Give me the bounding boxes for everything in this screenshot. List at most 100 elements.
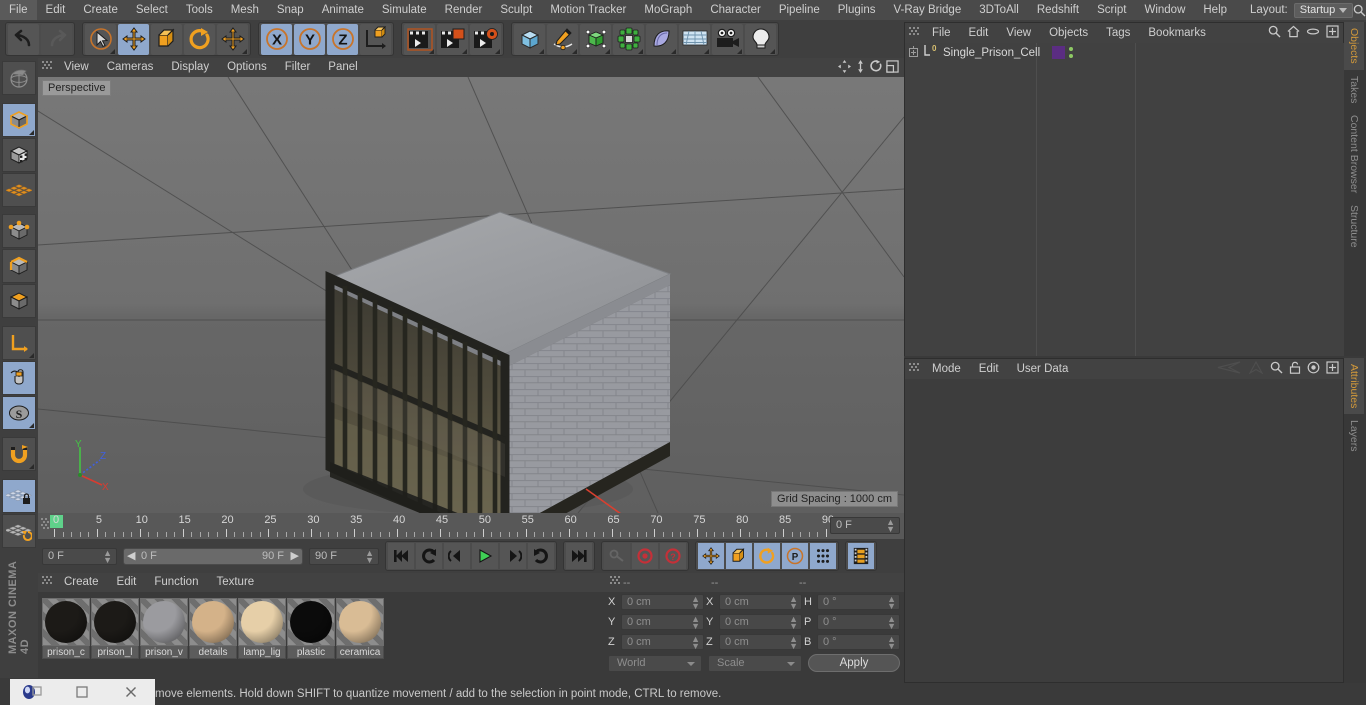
object-menu-objects[interactable]: Objects <box>1040 23 1097 43</box>
material-thumbnail[interactable] <box>91 598 139 646</box>
menu-item-help[interactable]: Help <box>1194 0 1236 20</box>
coord-rotation-p-field[interactable]: 0 ° ▲ ▼ <box>817 614 900 631</box>
target-icon[interactable] <box>1307 361 1320 377</box>
viewport-menu-options[interactable]: Options <box>218 58 276 77</box>
scale-tool[interactable] <box>151 23 182 55</box>
viewport-menu-display[interactable]: Display <box>162 58 218 77</box>
lock-z-axis[interactable]: Z <box>327 23 358 55</box>
search-icon[interactable] <box>1268 25 1281 41</box>
magnet-tool-button[interactable] <box>2 437 36 472</box>
enable-snapping-button[interactable] <box>2 360 36 395</box>
autokeying-button[interactable] <box>604 543 630 569</box>
plus-box-icon[interactable] <box>1326 361 1339 377</box>
play-forward-loop-button[interactable] <box>528 543 554 569</box>
rotate-tool[interactable] <box>184 23 215 55</box>
current-frame-field[interactable]: 0 F ▲ ▼ <box>42 547 117 565</box>
range-left-arrow-icon[interactable]: ◀ <box>127 549 135 564</box>
material-thumbnail[interactable] <box>238 598 286 646</box>
maximize-window-icon[interactable] <box>58 679 106 705</box>
add-primitive-cube-button[interactable] <box>514 23 545 55</box>
record-active-objects-button[interactable] <box>632 543 658 569</box>
spinner-icon[interactable]: ▲ ▼ <box>886 518 895 534</box>
home-icon[interactable] <box>1287 25 1300 41</box>
add-scene-environment-button[interactable] <box>679 23 710 55</box>
add-light-button[interactable] <box>745 23 776 55</box>
spinner-icon[interactable]: ▲ ▼ <box>691 615 700 631</box>
attribute-menu-edit[interactable]: Edit <box>970 359 1008 379</box>
menu-item-snap[interactable]: Snap <box>268 0 313 20</box>
spinner-icon[interactable]: ▲ ▼ <box>887 595 896 611</box>
spinner-icon[interactable]: ▲ ▼ <box>691 635 700 651</box>
texture-mode-button[interactable] <box>2 137 36 172</box>
menu-item-3dtoall[interactable]: 3DToAll <box>970 0 1028 20</box>
document-end-field[interactable]: 90 F ▲ ▼ <box>309 547 379 565</box>
object-menu-edit[interactable]: Edit <box>960 23 998 43</box>
play-backwards-loop-button[interactable] <box>416 543 442 569</box>
render-settings-button[interactable] <box>470 23 501 55</box>
object-menu-bookmarks[interactable]: Bookmarks <box>1139 23 1215 43</box>
search-icon[interactable] <box>1270 361 1283 377</box>
menu-item-mograph[interactable]: MoGraph <box>635 0 701 20</box>
menu-item-redshift[interactable]: Redshift <box>1028 0 1088 20</box>
material-item[interactable]: ceramica <box>336 598 384 659</box>
menu-item-pipeline[interactable]: Pipeline <box>770 0 829 20</box>
undo-button[interactable] <box>8 23 39 55</box>
menu-item-select[interactable]: Select <box>127 0 177 20</box>
preview-range-slider[interactable]: ◀ 0 F 90 F ▶ <box>123 547 303 565</box>
pan-icon[interactable] <box>838 59 851 76</box>
move-alt-tool[interactable] <box>217 23 248 55</box>
grip-icon[interactable] <box>42 576 55 589</box>
visibility-dots[interactable] <box>1069 47 1073 58</box>
axis-modification-button[interactable] <box>2 325 36 360</box>
attribute-menu-user-data[interactable]: User Data <box>1008 359 1078 379</box>
step-back-button[interactable] <box>444 543 470 569</box>
material-thumbnail[interactable] <box>287 598 335 646</box>
layer-color-swatch[interactable] <box>1052 46 1065 59</box>
material-item[interactable]: details <box>189 598 237 659</box>
coord-position-z-field[interactable]: 0 cm ▲ ▼ <box>621 634 704 651</box>
menu-item-tools[interactable]: Tools <box>177 0 222 20</box>
menu-item-simulate[interactable]: Simulate <box>373 0 436 20</box>
live-selection-tool[interactable] <box>85 23 116 55</box>
soft-selection-button[interactable]: S <box>2 395 36 430</box>
keyframe-selection-button[interactable]: ? <box>660 543 686 569</box>
world-object-coordinates[interactable] <box>360 23 391 55</box>
add-deformer-button[interactable] <box>646 23 677 55</box>
menu-item-render[interactable]: Render <box>436 0 492 20</box>
lock-icon[interactable] <box>1289 361 1301 377</box>
coordinate-system-dropdown[interactable]: World <box>608 654 702 672</box>
plus-box-icon[interactable] <box>1326 25 1339 41</box>
material-menu-texture[interactable]: Texture <box>207 573 263 592</box>
add-mograph-button[interactable] <box>613 23 644 55</box>
viewport-menu-filter[interactable]: Filter <box>276 58 320 77</box>
spinner-icon[interactable]: ▲ ▼ <box>365 548 374 564</box>
coord-size-x-field[interactable]: 0 cm ▲ ▼ <box>719 594 802 611</box>
material-item[interactable]: plastic <box>287 598 335 659</box>
dolly-icon[interactable] <box>854 59 867 76</box>
object-menu-tags[interactable]: Tags <box>1097 23 1139 43</box>
render-view-button[interactable] <box>404 23 435 55</box>
spinner-icon[interactable]: ▲ ▼ <box>789 635 798 651</box>
coord-size-z-field[interactable]: 0 cm ▲ ▼ <box>719 634 802 651</box>
object-row[interactable]: 0 Single_Prison_Cell <box>905 43 1345 62</box>
rotation-key-button[interactable] <box>754 543 780 569</box>
model-mode-button[interactable] <box>2 102 36 137</box>
side-tab-structure[interactable]: Structure <box>1344 199 1364 254</box>
close-icon[interactable] <box>107 679 155 705</box>
menu-item-animate[interactable]: Animate <box>313 0 373 20</box>
make-editable-button[interactable] <box>2 61 36 95</box>
material-thumbnail[interactable] <box>336 598 384 646</box>
material-item[interactable]: prison_l <box>91 598 139 659</box>
grip-icon[interactable] <box>42 61 55 74</box>
menu-item-script[interactable]: Script <box>1088 0 1135 20</box>
menu-item-plugins[interactable]: Plugins <box>829 0 885 20</box>
forward-arrow-icon[interactable] <box>1248 360 1264 377</box>
spinner-icon[interactable]: ▲ ▼ <box>103 548 112 564</box>
viewport-menu-view[interactable]: View <box>55 58 98 77</box>
object-tree[interactable]: 0 Single_Prison_Cell <box>905 43 1345 356</box>
side-tab-attributes[interactable]: Attributes <box>1344 358 1364 415</box>
restore-window-icon[interactable] <box>10 679 58 705</box>
material-thumbnail[interactable] <box>42 598 90 646</box>
side-tab-takes[interactable]: Takes <box>1344 70 1364 109</box>
object-name[interactable]: Single_Prison_Cell <box>943 47 1040 59</box>
